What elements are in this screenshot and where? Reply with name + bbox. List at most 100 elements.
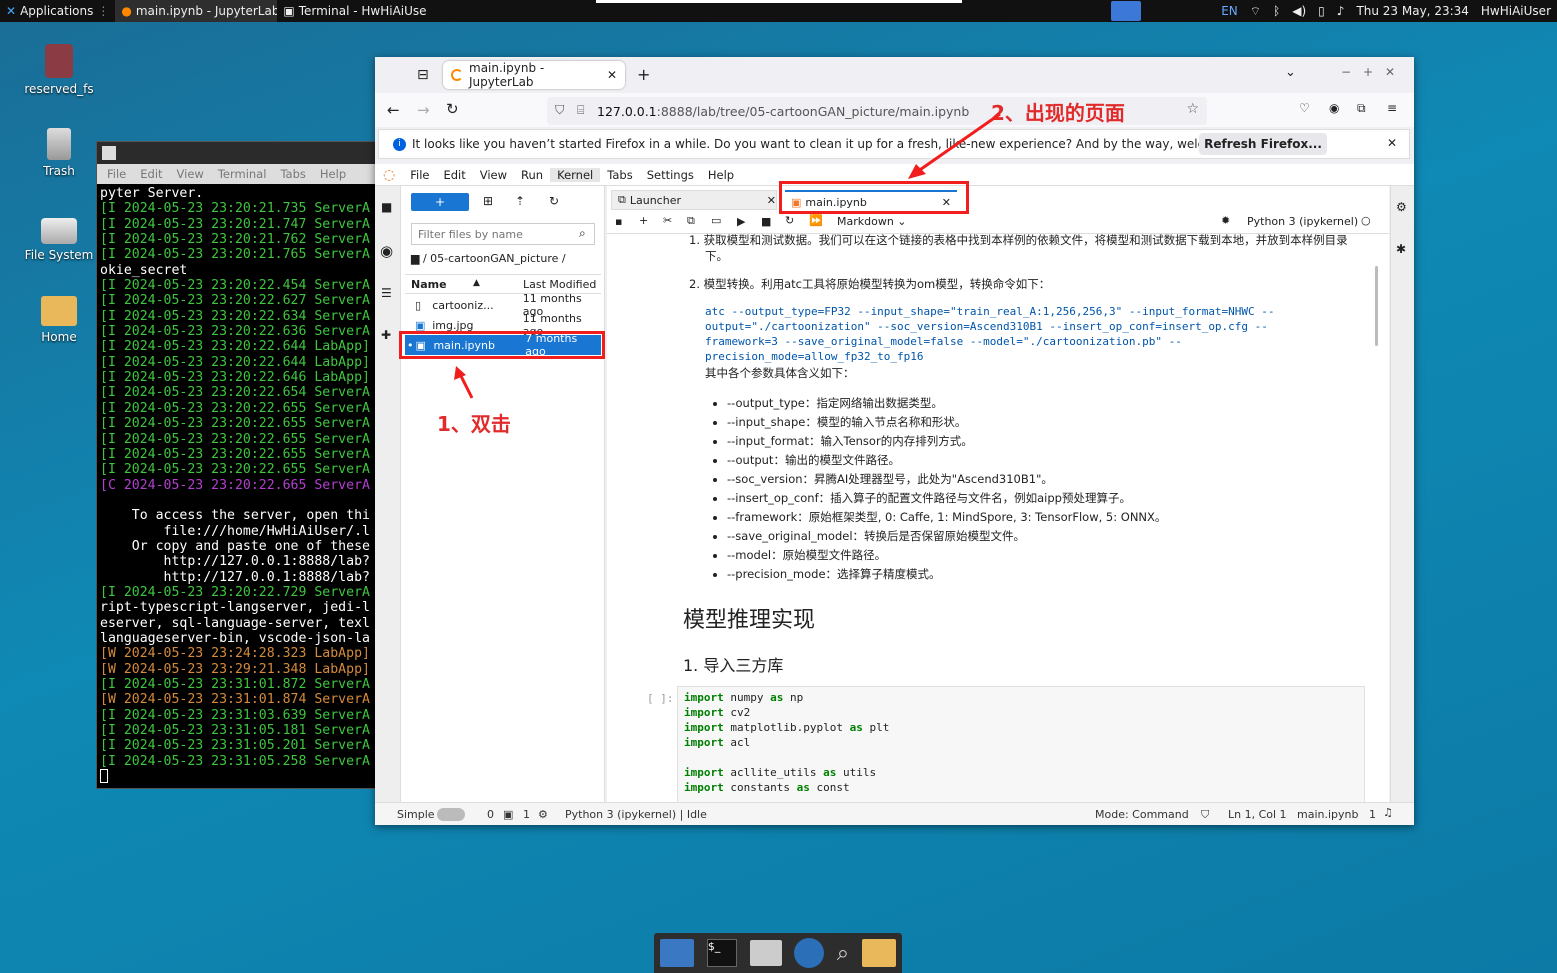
code-cell[interactable]: import numpy as np import cv2 import matpl… [677, 686, 1365, 802]
forward-icon[interactable]: → [417, 101, 430, 119]
cursor-position[interactable]: Ln 1, Col 1 [1228, 808, 1287, 821]
toc-icon[interactable]: ☰ [381, 286, 392, 300]
column-modified[interactable]: Last Modified [523, 278, 596, 291]
cut-icon[interactable]: ✂ [663, 214, 672, 227]
terminal-icon[interactable]: $_ [706, 939, 737, 967]
close-tab-icon[interactable]: ✕ [767, 194, 776, 207]
reload-icon[interactable]: ↻ [446, 100, 459, 118]
show-desktop-icon[interactable] [660, 939, 695, 967]
folder-icon[interactable] [861, 939, 896, 967]
jupyter-menu-item[interactable]: Tabs [600, 168, 639, 182]
filter-files-input[interactable] [411, 223, 595, 245]
jupyter-menu-item[interactable]: Settings [640, 168, 701, 182]
running-icon[interactable]: ◉ [380, 242, 393, 260]
cell-type-select[interactable]: Markdown ⌄ [837, 215, 907, 228]
property-inspector-icon[interactable]: ⚙ [1396, 200, 1407, 214]
kernel-status-icon: ○ [1361, 214, 1371, 227]
kernel-settings-icon[interactable]: ✹ [1221, 214, 1230, 227]
minimize-icon[interactable]: − [1341, 65, 1351, 79]
terminal-menu-item[interactable]: Terminal [218, 167, 267, 181]
clock[interactable]: Thu 23 May, 23:34 [1356, 4, 1468, 18]
pocket-icon[interactable]: ♡ [1299, 101, 1310, 115]
lock-icon[interactable]: ⌸ [577, 102, 585, 118]
account-icon[interactable]: ◉ [1329, 101, 1339, 115]
terminal-window[interactable]: File Edit View Terminal Tabs Help pyter Serve… [96, 141, 378, 789]
folder-icon[interactable]: ■ [381, 200, 392, 214]
new-tab-icon[interactable]: + [637, 65, 650, 84]
new-launcher-button[interactable]: + [411, 193, 469, 211]
paste-icon[interactable]: ▭ [711, 214, 721, 227]
shield-icon[interactable]: ⛉ [555, 102, 564, 118]
jupyter-menu-item[interactable]: Kernel [550, 167, 601, 182]
upload-icon[interactable]: ⇡ [515, 194, 525, 208]
terminal-menu-item[interactable]: Tabs [280, 167, 305, 181]
save-icon[interactable]: ▪ [615, 215, 622, 228]
close-tab-icon[interactable]: ✕ [607, 68, 617, 82]
refresh-icon[interactable]: ↻ [549, 194, 559, 208]
terminals-count: 0 [487, 808, 494, 821]
browser-tab[interactable]: main.ipynb - JupyterLab ✕ [443, 61, 625, 89]
notebook-content[interactable]: 1. 获取模型和测试数据。我们可以在这个链接的表格中找到本样例的依赖文件，将模型… [607, 234, 1389, 802]
kernel-status[interactable]: Python 3 (ipykernel) | Idle [565, 808, 707, 821]
run-icon[interactable]: ▶ [737, 215, 745, 228]
volume-icon[interactable]: ◀) [1292, 4, 1306, 18]
new-folder-icon[interactable]: ⊞ [483, 194, 493, 208]
hamburger-menu-icon[interactable]: ≡ [1387, 101, 1397, 115]
tab-overview-icon[interactable]: ⊟ [417, 67, 429, 83]
jupyter-menu-item[interactable]: Edit [436, 168, 472, 182]
taskbar-firefox[interactable]: ●main.ipynb - JupyterLab ... [115, 0, 278, 22]
terminal-output[interactable]: pyter Server. [I 2024-05-23 23:20:21.735 … [97, 184, 377, 784]
terminal-menu-item[interactable]: File [107, 167, 126, 181]
taskbar-terminal[interactable]: ▣Terminal - HwHiAiUser... [277, 0, 427, 22]
breadcrumb[interactable]: ▆ / 05-cartoonGAN_picture / [411, 252, 566, 265]
copy-icon[interactable]: ⧉ [687, 214, 695, 228]
simple-mode-toggle[interactable] [437, 808, 465, 821]
extension-icon[interactable]: ✚ [381, 328, 391, 342]
terminal-titlebar[interactable] [97, 142, 377, 164]
bluetooth-icon[interactable]: ᛒ [1273, 4, 1280, 18]
jupyter-menu-item[interactable]: Help [701, 168, 741, 182]
close-notice-icon[interactable]: ✕ [1387, 136, 1397, 150]
tab-launcher[interactable]: ⧉ Launcher ✕ [611, 190, 777, 210]
jupyter-menu-item[interactable]: File [403, 168, 436, 182]
desktop-icon-file-system[interactable]: File System [14, 212, 104, 262]
close-window-icon[interactable]: ✕ [1385, 65, 1395, 79]
kernel-gear-icon[interactable]: ⚙ [538, 808, 548, 821]
scrollbar[interactable] [1375, 266, 1378, 346]
user-name[interactable]: HwHiAiUser [1481, 4, 1551, 18]
wifi-icon[interactable]: ⌔ [1250, 4, 1261, 19]
files-icon[interactable] [749, 940, 782, 966]
back-icon[interactable]: ← [387, 101, 400, 119]
jupyter-menu-item[interactable]: Run [514, 168, 550, 182]
jupyter-menu-item[interactable]: View [473, 168, 514, 182]
insert-cell-icon[interactable]: + [639, 214, 648, 227]
desktop-icon-trash[interactable]: Trash [14, 128, 104, 178]
firefox-tray-icon[interactable] [1111, 1, 1141, 21]
desktop-icon-home[interactable]: Home [14, 296, 104, 344]
extensions-icon[interactable]: ⧉ [1357, 101, 1366, 116]
code-editor[interactable]: import numpy as np import cv2 import matpl… [678, 687, 1364, 798]
refresh-firefox-button[interactable]: Refresh Firefox... [1199, 133, 1327, 155]
terminal-menu-item[interactable]: View [177, 167, 204, 181]
terminal-menu-item[interactable]: Help [320, 167, 346, 181]
debugger-icon[interactable]: ✱ [1396, 242, 1406, 256]
terminal-status-icon[interactable]: ▣ [503, 808, 513, 821]
notification-bell-icon[interactable]: ♫ [1383, 806, 1393, 819]
stop-icon[interactable]: ■ [761, 215, 771, 228]
lang-indicator[interactable]: EN [1221, 4, 1238, 18]
maximize-icon[interactable]: + [1363, 65, 1373, 79]
applications-menu[interactable]: ✕ Applications ⋮ [0, 0, 115, 22]
search-app-icon[interactable]: ⌕ [837, 941, 849, 966]
bookmark-star-icon[interactable]: ☆ [1186, 101, 1199, 117]
column-name[interactable]: Name [411, 278, 447, 291]
kernel-name[interactable]: Python 3 (ipykernel) [1247, 215, 1358, 228]
list-tabs-icon[interactable]: ⌄ [1285, 65, 1296, 80]
restart-icon[interactable]: ↻ [785, 214, 794, 227]
desktop-icon-reserved-fs[interactable]: reserved_fs [14, 44, 104, 96]
fast-forward-icon[interactable]: ⏩ [809, 214, 823, 227]
terminal-menu-item[interactable]: Edit [140, 167, 162, 181]
bell-icon[interactable]: ♪ [1337, 4, 1345, 18]
firefox-window[interactable]: ⊟ main.ipynb - JupyterLab ✕ + ⌄ − + ✕ ← … [375, 57, 1414, 825]
battery-icon[interactable]: ▯ [1318, 4, 1325, 18]
browser-globe-icon[interactable] [794, 938, 825, 968]
